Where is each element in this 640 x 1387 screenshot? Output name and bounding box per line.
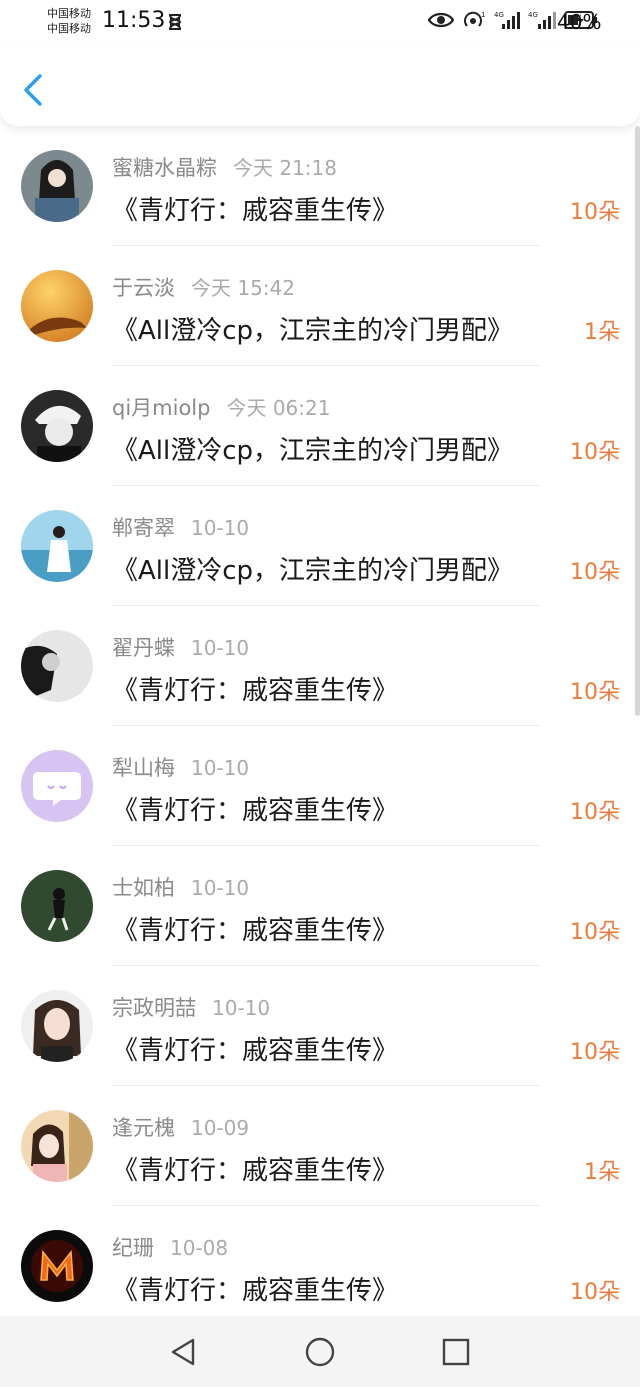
sender-line: 士如柏 10-10 bbox=[112, 872, 249, 902]
avatar[interactable] bbox=[21, 270, 93, 342]
book-title[interactable]: 《青灯行：戚容重生传》 bbox=[112, 1150, 398, 1187]
nav-home-button[interactable] bbox=[304, 1336, 336, 1368]
svg-text:1: 1 bbox=[481, 11, 485, 19]
avatar[interactable] bbox=[21, 870, 93, 942]
sender-name: 犁山梅 bbox=[112, 756, 175, 780]
sent-time: 今天 06:21 bbox=[226, 396, 331, 420]
sender-name: qi月miolp bbox=[112, 396, 211, 420]
sender-name: 逢元槐 bbox=[112, 1116, 175, 1140]
sender-line: 犁山梅 10-10 bbox=[112, 752, 249, 782]
book-title[interactable]: 《青灯行：戚容重生传》 bbox=[112, 790, 398, 827]
list-item[interactable]: qi月miolp 今天 06:21 《All澄冷cp，江宗主的冷门男配》 10朵 bbox=[0, 366, 640, 486]
scrollbar[interactable] bbox=[635, 126, 640, 716]
avatar[interactable] bbox=[21, 630, 93, 702]
gift-list: 蜜糖水晶粽 今天 21:18 《青灯行：戚容重生传》 10朵 于云淡 今天 15:4… bbox=[0, 126, 640, 1316]
nav-back-button[interactable] bbox=[168, 1336, 200, 1368]
sent-time: 10-10 bbox=[191, 876, 250, 900]
sender-name: 郸寄翠 bbox=[112, 516, 175, 540]
flower-count: 10朵 bbox=[570, 1280, 620, 1305]
sender-name: 士如柏 bbox=[112, 876, 175, 900]
back-button[interactable] bbox=[18, 72, 50, 108]
sender-line: 郸寄翠 10-10 bbox=[112, 512, 249, 542]
list-item[interactable]: 纪珊 10-08 《青灯行：戚容重生传》 10朵 bbox=[0, 1206, 640, 1316]
header bbox=[0, 46, 640, 126]
signal-2-icon: 4G bbox=[528, 11, 556, 29]
avatar[interactable] bbox=[21, 1110, 93, 1182]
avatar[interactable] bbox=[21, 390, 93, 462]
hotspot-icon: 1 bbox=[464, 11, 485, 27]
sent-time: 10-09 bbox=[191, 1116, 250, 1140]
list-item[interactable]: 犁山梅 10-10 《青灯行：戚容重生传》 10朵 bbox=[0, 726, 640, 846]
avatar[interactable] bbox=[21, 510, 93, 582]
square-recents-icon bbox=[442, 1338, 470, 1366]
battery-percent: 40% bbox=[557, 10, 602, 34]
flower-count: 1朵 bbox=[584, 320, 620, 345]
book-title[interactable]: 《青灯行：戚容重生传》 bbox=[112, 910, 398, 947]
list-item[interactable]: 士如柏 10-10 《青灯行：戚容重生传》 10朵 bbox=[0, 846, 640, 966]
status-time: 11:53 bbox=[102, 8, 166, 33]
list-item[interactable]: 逢元槐 10-09 《青灯行：戚容重生传》 1朵 bbox=[0, 1086, 640, 1206]
carrier-2: 中国移动 bbox=[47, 22, 91, 35]
flower-count: 10朵 bbox=[570, 1040, 620, 1065]
book-title[interactable]: 《All澄冷cp，江宗主的冷门男配》 bbox=[112, 430, 513, 467]
sender-line: 翟丹蝶 10-10 bbox=[112, 632, 249, 662]
sender-line: 宗政明喆 10-10 bbox=[112, 992, 270, 1022]
book-title[interactable]: 《All澄冷cp，江宗主的冷门男配》 bbox=[112, 310, 513, 347]
sent-time: 今天 21:18 bbox=[233, 156, 337, 180]
sent-time: 10-08 bbox=[170, 1236, 229, 1260]
sender-line: 纪珊 10-08 bbox=[112, 1232, 228, 1262]
flower-count: 10朵 bbox=[570, 560, 620, 585]
sender-name: 蜜糖水晶粽 bbox=[112, 156, 217, 180]
flower-count: 10朵 bbox=[570, 800, 620, 825]
sent-time: 10-10 bbox=[191, 636, 250, 660]
carrier-1: 中国移动 bbox=[47, 7, 91, 20]
sender-name: 翟丹蝶 bbox=[112, 636, 175, 660]
list-item[interactable]: 蜜糖水晶粽 今天 21:18 《青灯行：戚容重生传》 10朵 bbox=[0, 126, 640, 246]
eye-icon bbox=[428, 12, 454, 28]
svg-text:4G: 4G bbox=[494, 11, 504, 19]
chevron-left-icon bbox=[24, 74, 42, 106]
circle-home-icon bbox=[305, 1337, 335, 1367]
sender-name: 于云淡 bbox=[112, 276, 175, 300]
status-bar: 中国移动 中国移动 11:53 1 4G 4G 40% bbox=[0, 0, 640, 46]
flower-count: 10朵 bbox=[570, 200, 620, 225]
sent-time: 10-10 bbox=[191, 756, 250, 780]
carrier-labels: 中国移动 中国移动 bbox=[47, 6, 91, 36]
flower-count: 10朵 bbox=[570, 680, 620, 705]
avatar[interactable] bbox=[21, 750, 93, 822]
hourglass-icon bbox=[168, 14, 182, 30]
avatar[interactable] bbox=[21, 990, 93, 1062]
list-item[interactable]: 于云淡 今天 15:42 《All澄冷cp，江宗主的冷门男配》 1朵 bbox=[0, 246, 640, 366]
sent-time: 10-10 bbox=[191, 516, 250, 540]
sender-name: 宗政明喆 bbox=[112, 996, 196, 1020]
avatar[interactable] bbox=[21, 1230, 93, 1302]
book-title[interactable]: 《青灯行：戚容重生传》 bbox=[112, 1270, 398, 1307]
nav-recents-button[interactable] bbox=[440, 1336, 472, 1368]
book-title[interactable]: 《青灯行：戚容重生传》 bbox=[112, 1030, 398, 1067]
triangle-back-icon bbox=[171, 1338, 195, 1366]
list-item[interactable]: 宗政明喆 10-10 《青灯行：戚容重生传》 10朵 bbox=[0, 966, 640, 1086]
signal-1-icon: 4G bbox=[494, 11, 520, 29]
list-item[interactable]: 郸寄翠 10-10 《All澄冷cp，江宗主的冷门男配》 10朵 bbox=[0, 486, 640, 606]
sent-time: 今天 15:42 bbox=[191, 276, 295, 300]
sender-line: 逢元槐 10-09 bbox=[112, 1112, 249, 1142]
system-nav-bar bbox=[0, 1316, 640, 1387]
svg-text:4G: 4G bbox=[528, 11, 538, 19]
sender-name: 纪珊 bbox=[112, 1236, 154, 1260]
flower-count: 10朵 bbox=[570, 920, 620, 945]
book-title[interactable]: 《青灯行：戚容重生传》 bbox=[112, 670, 398, 707]
flower-count: 10朵 bbox=[570, 440, 620, 465]
sent-time: 10-10 bbox=[212, 996, 271, 1020]
sender-line: 于云淡 今天 15:42 bbox=[112, 272, 295, 302]
list-item[interactable]: 翟丹蝶 10-10 《青灯行：戚容重生传》 10朵 bbox=[0, 606, 640, 726]
flower-count: 1朵 bbox=[584, 1160, 620, 1185]
book-title[interactable]: 《All澄冷cp，江宗主的冷门男配》 bbox=[112, 550, 513, 587]
sender-line: qi月miolp 今天 06:21 bbox=[112, 392, 330, 422]
avatar[interactable] bbox=[21, 150, 93, 222]
sender-line: 蜜糖水晶粽 今天 21:18 bbox=[112, 152, 337, 182]
book-title[interactable]: 《青灯行：戚容重生传》 bbox=[112, 190, 398, 227]
